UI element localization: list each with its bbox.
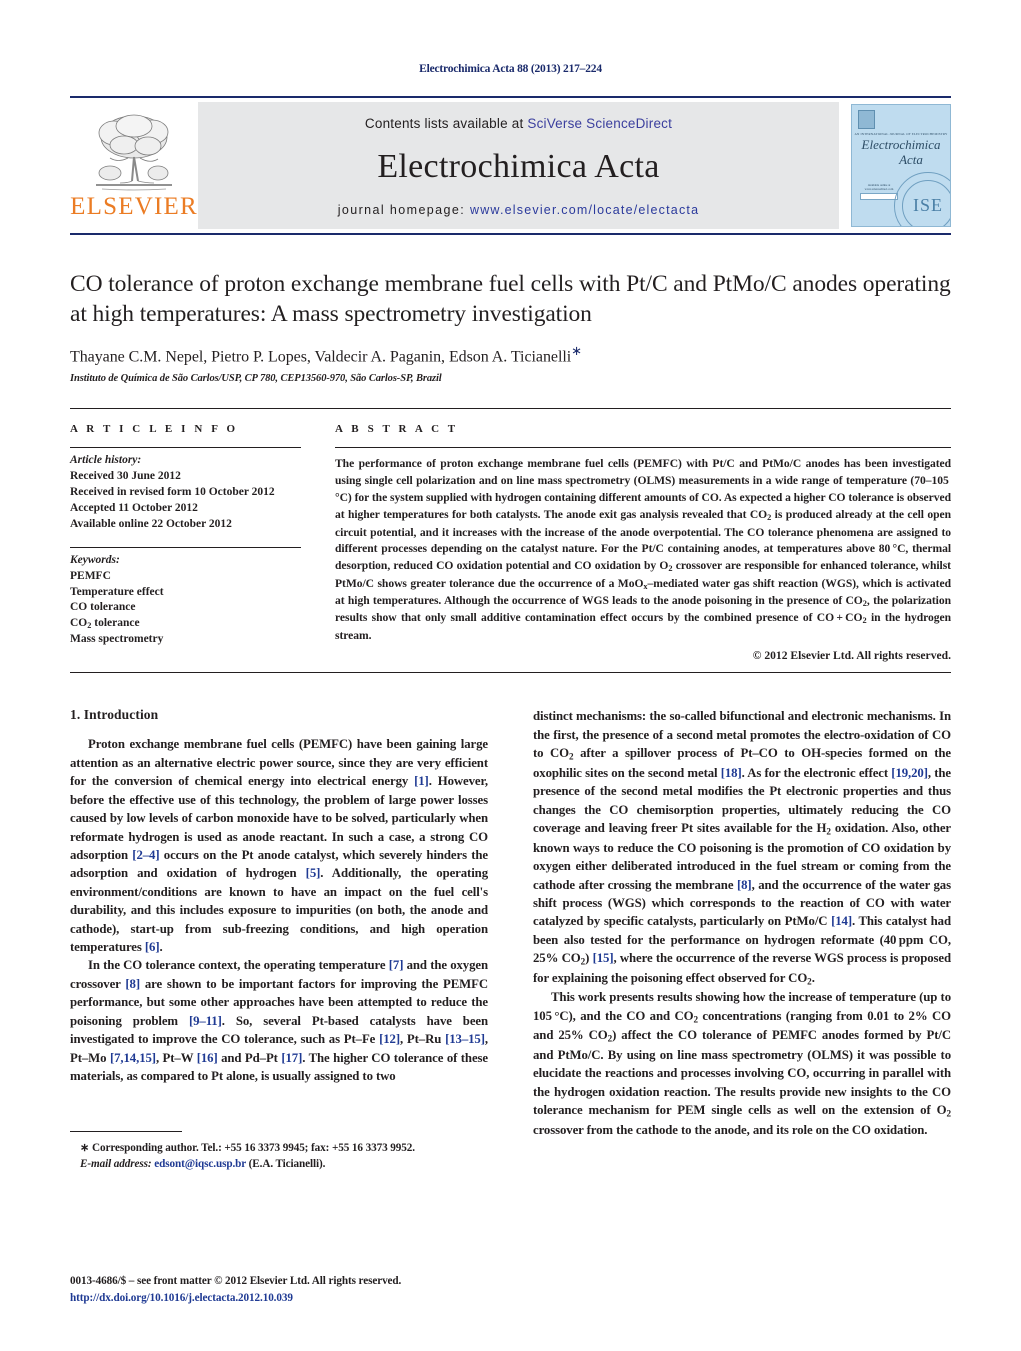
- keywords-label: Keywords:: [70, 553, 120, 566]
- intro-paragraph: In the CO tolerance context, the operati…: [70, 958, 488, 1084]
- keyword-item: Mass spectrometry: [70, 633, 164, 646]
- article-history: Article history: Received 30 June 2012 R…: [70, 448, 301, 546]
- imprint-block: 0013-4686/$ – see front matter © 2012 El…: [70, 1273, 401, 1307]
- intro-paragraph: This work presents results showing how t…: [533, 990, 951, 1137]
- keywords-block: Keywords: PEMFC Temperature effect CO to…: [70, 548, 301, 656]
- footnote-rule: [70, 1131, 182, 1133]
- page-title: CO tolerance of proton exchange membrane…: [70, 271, 951, 328]
- article-history-label: Article history:: [70, 454, 142, 467]
- journal-homepage-line: journal homepage: www.elsevier.com/locat…: [338, 203, 700, 217]
- history-item: Available online 22 October 2012: [70, 517, 232, 530]
- section-title-introduction: 1. Introduction: [70, 707, 159, 723]
- keyword-item: CO2 tolerance: [70, 617, 140, 631]
- journal-cover-thumbnail: AN INTERNATIONAL JOURNAL OF ELECTROCHEMI…: [851, 104, 951, 227]
- info-abstract-section: A R T I C L E I N F O Article history: R…: [70, 408, 951, 672]
- affiliation: Instituto de Química de São Carlos/USP, …: [70, 373, 442, 385]
- ise-seal-icon: ISE: [894, 172, 950, 226]
- email-owner: (E.A. Ticianelli).: [248, 1158, 326, 1171]
- email-link[interactable]: edsont@iqsc.usp.br: [154, 1158, 246, 1170]
- cover-sciencedirect-caption: Available online at www.sciencedirect.co…: [864, 183, 894, 191]
- elsevier-tree-icon: [96, 114, 172, 190]
- history-item: Received 30 June 2012: [70, 470, 181, 483]
- keyword-item: PEMFC: [70, 569, 111, 582]
- author-names: Thayane C.M. Nepel, Pietro P. Lopes, Val…: [70, 348, 572, 366]
- journal-title: Electrochimica Acta: [377, 148, 660, 185]
- keyword-item: Temperature effect: [70, 585, 164, 598]
- body-column-left: 1. Introduction Proton exchange membrane…: [70, 707, 488, 1173]
- ise-seal-text: ISE: [913, 195, 943, 215]
- abstract-text: The performance of proton exchange membr…: [335, 457, 952, 642]
- cover-sciencedirect-block: Available online at www.sciencedirect.co…: [860, 183, 898, 200]
- doi-link[interactable]: http://dx.doi.org/10.1016/j.electacta.20…: [70, 1290, 401, 1307]
- body-columns: 1. Introduction Proton exchange membrane…: [70, 707, 951, 1173]
- intro-paragraph: distinct mechanisms: the so-called bifun…: [533, 709, 951, 987]
- email-note: E-mail address: edsont@iqsc.usp.br (E.A.…: [70, 1157, 488, 1173]
- corresponding-author-note: ∗ Corresponding author. Tel.: +55 16 337…: [80, 1142, 415, 1155]
- article-info-column: A R T I C L E I N F O Article history: R…: [70, 409, 323, 672]
- abstract-rule-bottom: [70, 672, 951, 674]
- cover-sciencedirect-bar: [860, 193, 898, 200]
- homepage-label: journal homepage:: [337, 203, 466, 217]
- history-item: Accepted 11 October 2012: [70, 502, 198, 515]
- journal-masthead: ELSEVIER Contents lists available at Sci…: [70, 96, 951, 235]
- abstract-copyright: © 2012 Elsevier Ltd. All rights reserved…: [752, 649, 951, 663]
- article-info-heading: A R T I C L E I N F O: [70, 423, 239, 436]
- article-page: Electrochimica Acta 88 (2013) 217–224 EL…: [0, 0, 1021, 1351]
- running-head: Electrochimica Acta 88 (2013) 217–224: [419, 63, 602, 75]
- sciencedirect-link[interactable]: SciVerse ScienceDirect: [527, 116, 672, 131]
- abstract-heading: A B S T R A C T: [335, 423, 459, 436]
- email-label: E-mail address:: [80, 1158, 152, 1171]
- cover-elsevier-mini-icon: [858, 110, 875, 129]
- cover-title-line1: Electrochimica: [861, 137, 941, 152]
- title-block: CO tolerance of proton exchange membrane…: [70, 269, 951, 384]
- masthead-center: Contents lists available at SciVerse Sci…: [198, 102, 839, 229]
- elsevier-wordmark: ELSEVIER: [70, 192, 198, 220]
- keyword-item: CO tolerance: [70, 601, 136, 614]
- abstract-column: A B S T R A C T The performance of proto…: [323, 409, 951, 672]
- contents-prefix: Contents lists available at: [364, 116, 528, 131]
- cover-title-line2: Acta: [899, 152, 923, 168]
- contents-available-line: Contents lists available at SciVerse Sci…: [365, 116, 672, 131]
- history-item: Received in revised form 10 October 2012: [70, 486, 275, 499]
- homepage-url-link[interactable]: www.elsevier.com/locate/electacta: [470, 203, 699, 217]
- cover-journal-title: Electrochimica Acta: [852, 137, 950, 168]
- corresponding-author-marker: ∗: [571, 343, 582, 359]
- elsevier-logo: ELSEVIER: [70, 98, 198, 233]
- cover-kicker: AN INTERNATIONAL JOURNAL OF ELECTROCHEMI…: [854, 132, 948, 136]
- author-list: Thayane C.M. Nepel, Pietro P. Lopes, Val…: [70, 343, 951, 366]
- footnote-block: ∗ Corresponding author. Tel.: +55 16 337…: [70, 1131, 488, 1173]
- imprint-frontmatter: 0013-4686/$ – see front matter © 2012 El…: [70, 1275, 402, 1288]
- intro-paragraph: Proton exchange membrane fuel cells (PEM…: [70, 737, 488, 955]
- body-column-right: distinct mechanisms: the so-called bifun…: [533, 707, 951, 1173]
